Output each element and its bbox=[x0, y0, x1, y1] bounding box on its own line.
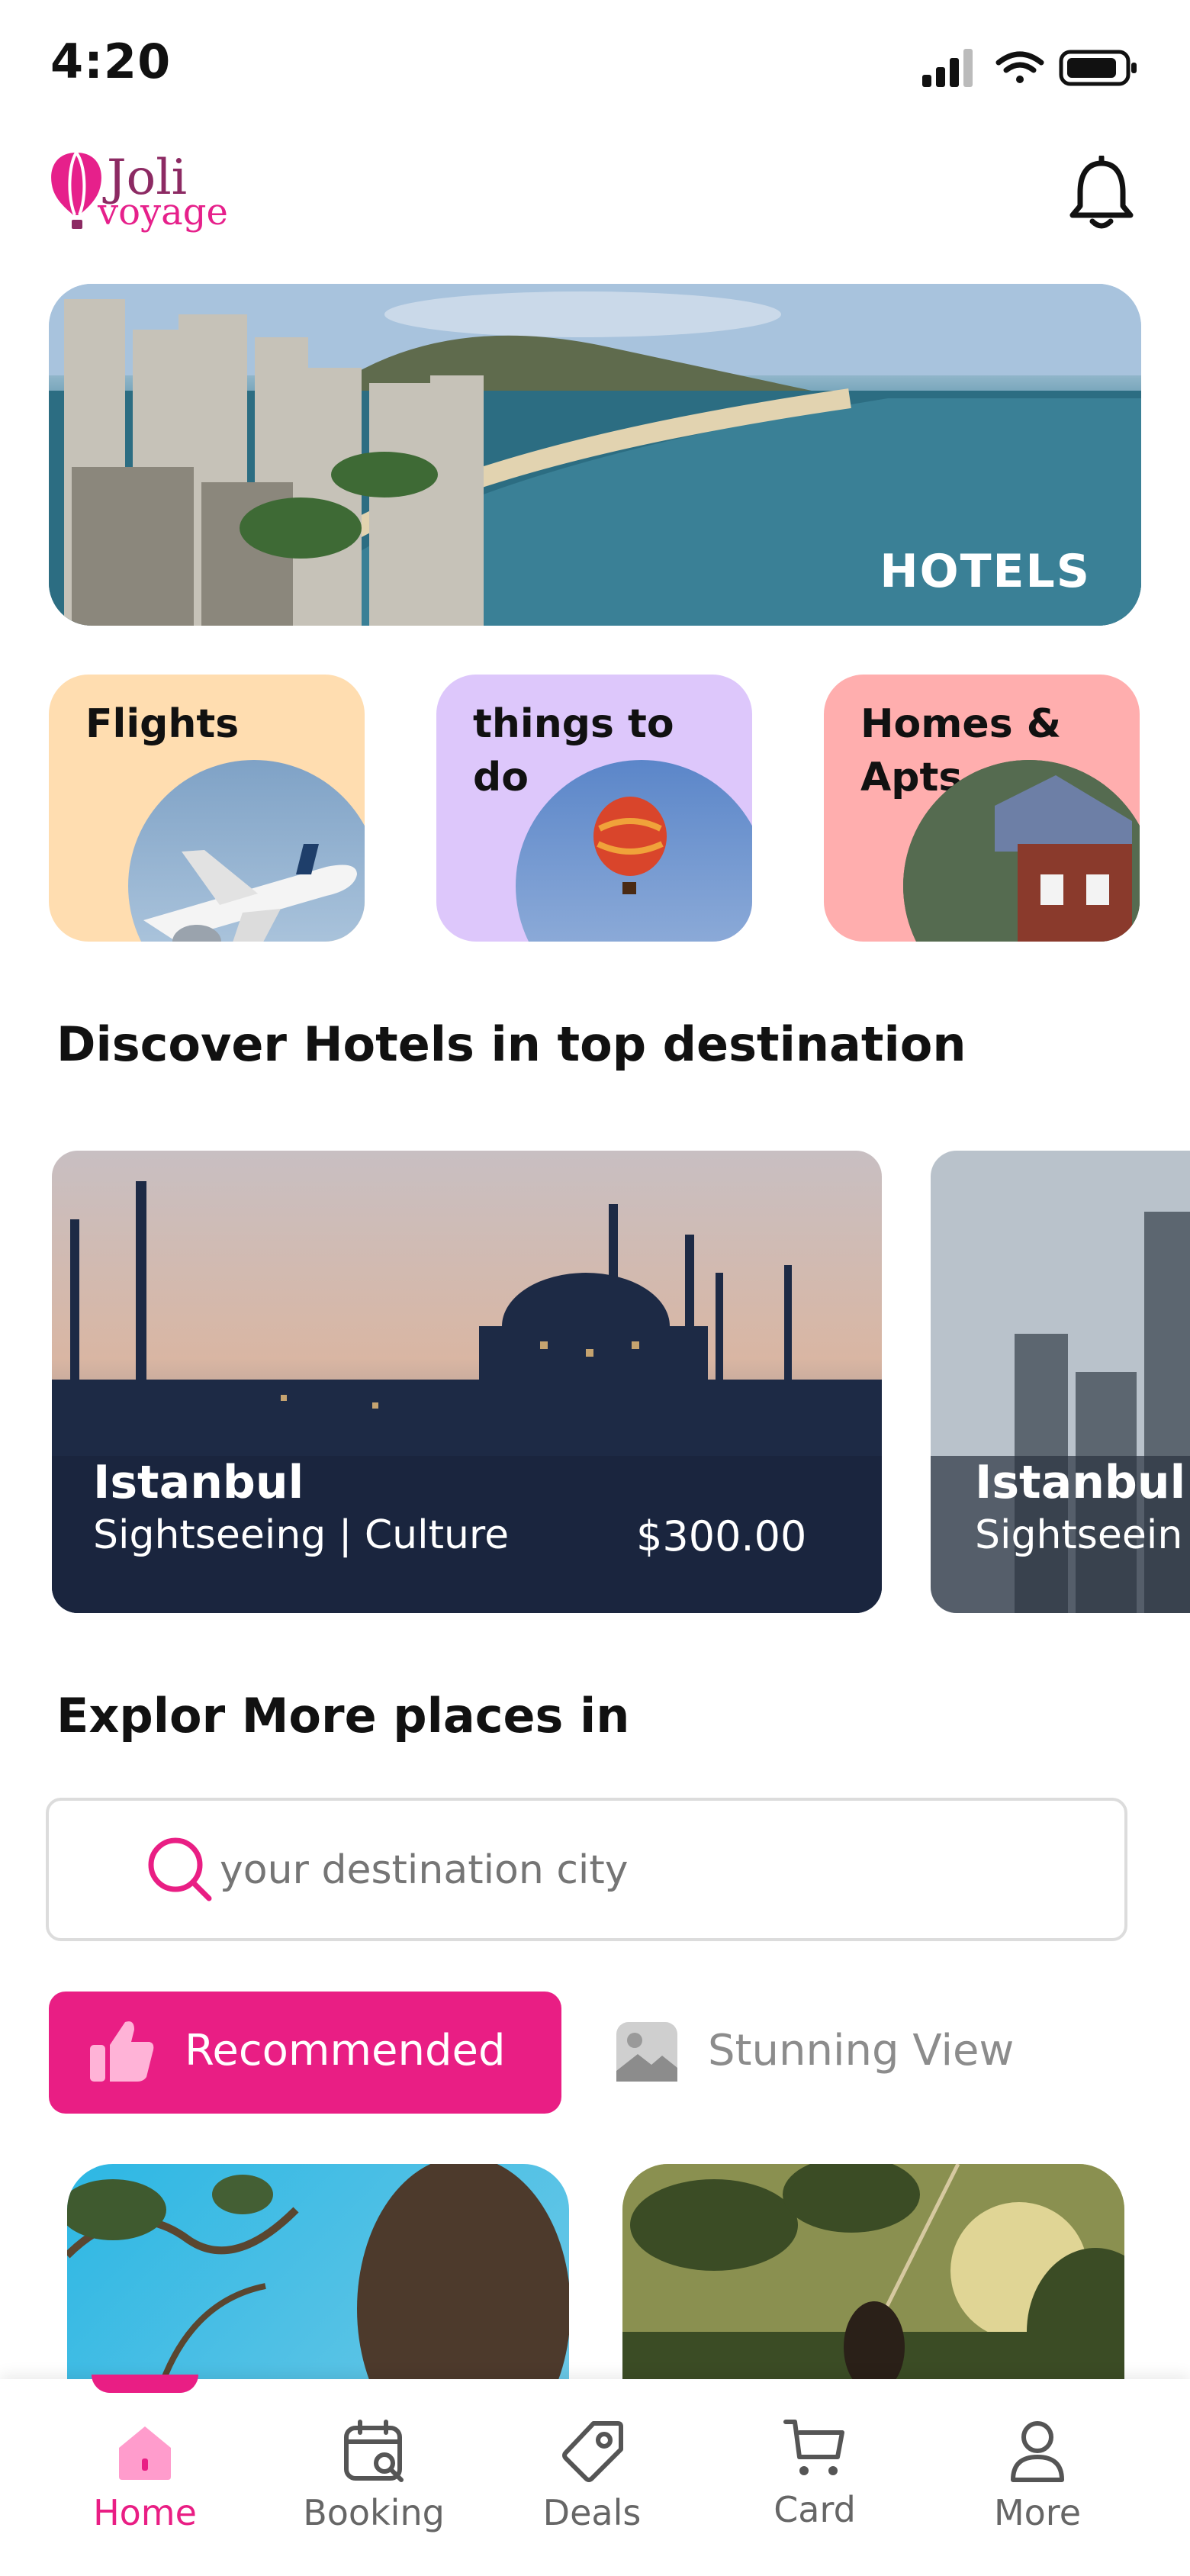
logo-text-voyage: voyage bbox=[98, 191, 228, 233]
tag-icon bbox=[562, 2421, 623, 2482]
category-flights[interactable]: Flights bbox=[49, 675, 365, 942]
destination-card[interactable]: Istanbul Sightseein bbox=[931, 1151, 1190, 1613]
home-icon bbox=[119, 2426, 171, 2480]
destination-price: $300.00 bbox=[636, 1512, 807, 1560]
hotels-label: HOTELS bbox=[880, 545, 1091, 598]
user-icon bbox=[1011, 2421, 1064, 2482]
tab-recommended-label: Recommended bbox=[185, 2026, 506, 2075]
airplane-image bbox=[128, 760, 365, 942]
cart-icon bbox=[783, 2420, 844, 2475]
nav-booking[interactable]: Booking bbox=[298, 2419, 450, 2533]
search-icon bbox=[148, 1837, 212, 1901]
category-things-to-do[interactable]: things to do bbox=[436, 675, 752, 942]
category-flights-label: Flights bbox=[85, 701, 240, 747]
place-image bbox=[622, 2164, 1124, 2393]
nav-more-label: More bbox=[993, 2492, 1082, 2533]
place-image bbox=[67, 2164, 569, 2393]
nav-card-label: Card bbox=[774, 2489, 856, 2530]
category-homes-apts[interactable]: Homes & Apts bbox=[824, 675, 1140, 942]
nav-home-label: Home bbox=[93, 2492, 197, 2533]
destination-name: Istanbul bbox=[975, 1456, 1186, 1509]
nav-more[interactable]: More bbox=[961, 2419, 1114, 2533]
search-input[interactable] bbox=[218, 1831, 1098, 1909]
destination-card[interactable]: Istanbul Sightseeing | Culture $300.00 bbox=[52, 1151, 882, 1613]
nav-deals-label: Deals bbox=[542, 2492, 642, 2533]
destination-name: Istanbul bbox=[93, 1456, 304, 1509]
tab-stunning-view[interactable]: Stunning View bbox=[708, 2026, 1014, 2075]
battery-icon bbox=[1059, 50, 1137, 86]
explore-title: Explor More places in bbox=[56, 1688, 630, 1744]
destination-subtitle: Sightseein bbox=[975, 1512, 1183, 1558]
thumbs-up-icon bbox=[90, 2021, 154, 2082]
calendar-search-icon bbox=[344, 2420, 404, 2482]
cellular-signal-icon bbox=[922, 49, 973, 87]
place-thumbnail[interactable] bbox=[67, 2164, 569, 2393]
destination-subtitle: Sightseeing | Culture bbox=[93, 1512, 510, 1558]
active-tab-indicator bbox=[92, 2375, 198, 2393]
wifi-icon bbox=[995, 51, 1044, 83]
nav-deals[interactable]: Deals bbox=[516, 2419, 668, 2533]
nav-home[interactable]: Home bbox=[69, 2419, 221, 2533]
hotels-banner[interactable]: HOTELS bbox=[49, 284, 1141, 626]
bell-icon[interactable] bbox=[1066, 156, 1137, 232]
nav-booking-label: Booking bbox=[303, 2492, 445, 2533]
status-time: 4:20 bbox=[50, 34, 172, 89]
place-thumbnail[interactable] bbox=[622, 2164, 1124, 2393]
nav-card[interactable]: Card bbox=[738, 2416, 891, 2530]
image-icon bbox=[616, 2022, 677, 2082]
discover-title: Discover Hotels in top destination bbox=[56, 1016, 966, 1072]
status-icons bbox=[922, 49, 1137, 87]
